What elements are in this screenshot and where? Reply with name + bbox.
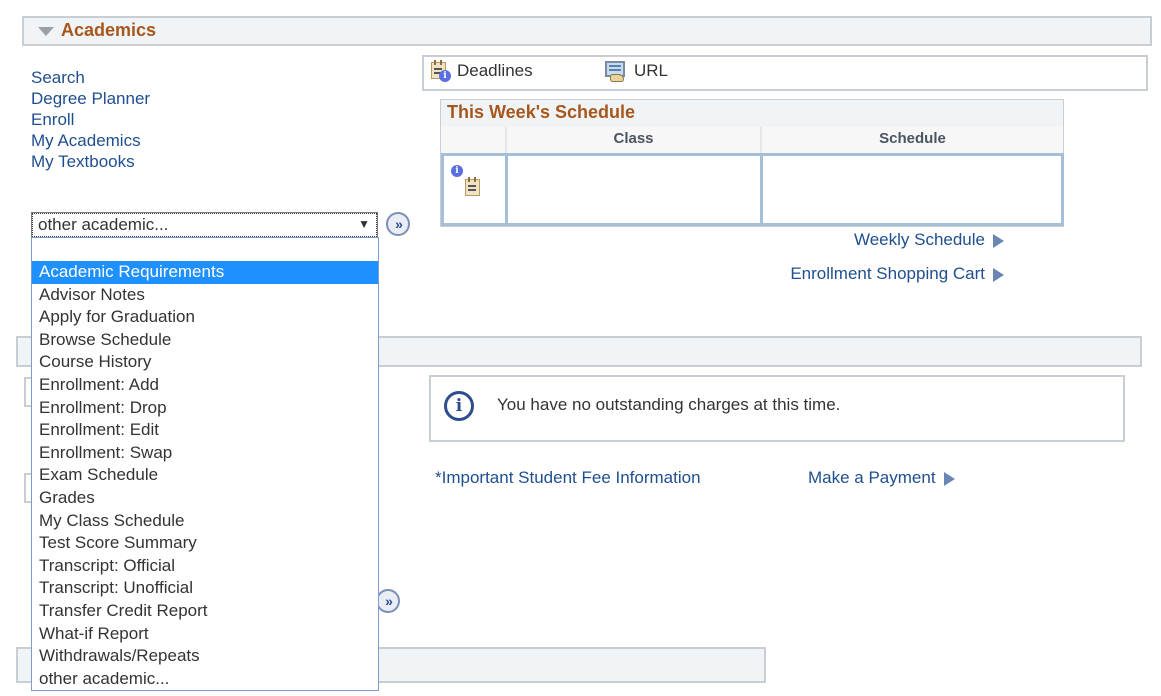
other-academic-dropdown-list: Academic Requirements Advisor Notes Appl… [31,237,379,691]
dropdown-option[interactable]: Grades [32,487,378,510]
deadlines-button[interactable]: i Deadlines [429,60,533,82]
schedule-panel: This Week's Schedule Class Schedule i [440,99,1064,227]
academics-title: Academics [61,20,157,40]
weekly-schedule-row: Weekly Schedule [854,230,1004,250]
charges-message: You have no outstanding charges at this … [497,395,841,414]
dropdown-option[interactable]: Enrollment: Add [32,374,378,397]
dropdown-option[interactable]: Advisor Notes [32,284,378,307]
info-icon: i [444,391,474,421]
dropdown-option[interactable]: Course History [32,351,378,374]
schedule-cell-schedule [760,153,1064,226]
schedule-cell-class [505,153,763,226]
dropdown-option[interactable]: Exam Schedule [32,464,378,487]
dropdown-option[interactable]: Apply for Graduation [32,306,378,329]
arrow-right-icon[interactable] [943,471,955,486]
url-label: URL [634,61,669,80]
link-enroll[interactable]: Enroll [31,109,150,130]
academics-go-button[interactable]: » [386,212,410,236]
finances-go-button[interactable]: » [376,589,400,613]
arrow-right-icon[interactable] [993,233,1004,248]
collapse-triangle-icon[interactable] [38,27,54,36]
make-payment-row: Make a Payment [808,468,955,488]
schedule-header-class: Class [507,127,762,153]
schedule-title: This Week's Schedule [447,102,636,122]
chevron-down-icon[interactable]: ▼ [358,217,370,231]
deadlines-label: Deadlines [457,61,533,80]
link-my-textbooks[interactable]: My Textbooks [31,151,150,172]
dropdown-option-blank[interactable] [32,238,378,261]
dropdown-option[interactable]: Enrollment: Swap [32,442,378,465]
dropdown-option[interactable]: Academic Requirements [32,261,378,284]
url-screen-icon [604,60,628,82]
make-payment-link[interactable]: Make a Payment [808,468,936,487]
dropdown-option[interactable]: What-if Report [32,623,378,646]
arrow-right-icon[interactable] [993,267,1004,282]
academics-section-header[interactable]: Academics [22,16,1152,46]
enrollment-shopping-cart-link[interactable]: Enrollment Shopping Cart [790,264,985,283]
weekly-schedule-link[interactable]: Weekly Schedule [854,230,985,249]
dropdown-option[interactable]: My Class Schedule [32,510,378,533]
calendar-info-icon: i [429,60,451,82]
academics-toolbar: i Deadlines URL [422,55,1148,91]
schedule-header-schedule: Schedule [762,127,1063,153]
link-my-academics[interactable]: My Academics [31,130,150,151]
dropdown-option[interactable]: Transcript: Unofficial [32,577,378,600]
dropdown-option[interactable]: Withdrawals/Repeats [32,645,378,668]
dropdown-option[interactable]: Transfer Credit Report [32,600,378,623]
shopping-cart-row: Enrollment Shopping Cart [790,264,1004,284]
academics-links: Search Degree Planner Enroll My Academic… [31,67,150,172]
dropdown-option[interactable]: other academic... [32,668,378,691]
student-fee-info-link[interactable]: *Important Student Fee Information [435,468,701,488]
link-search[interactable]: Search [31,67,150,88]
dropdown-option[interactable]: Enrollment: Edit [32,419,378,442]
schedule-header-icon-col [441,127,507,153]
link-degree-planner[interactable]: Degree Planner [31,88,150,109]
dropdown-option[interactable]: Transcript: Official [32,555,378,578]
dropdown-option[interactable]: Enrollment: Drop [32,397,378,420]
dropdown-option[interactable]: Test Score Summary [32,532,378,555]
charges-message-box: i You have no outstanding charges at thi… [429,375,1125,442]
select-value: other academic... [38,215,169,234]
url-button[interactable]: URL [604,60,668,82]
other-academic-select[interactable]: other academic... ▼ [31,212,378,238]
dropdown-option[interactable]: Browse Schedule [32,329,378,352]
schedule-cell-icon: i [441,153,508,226]
